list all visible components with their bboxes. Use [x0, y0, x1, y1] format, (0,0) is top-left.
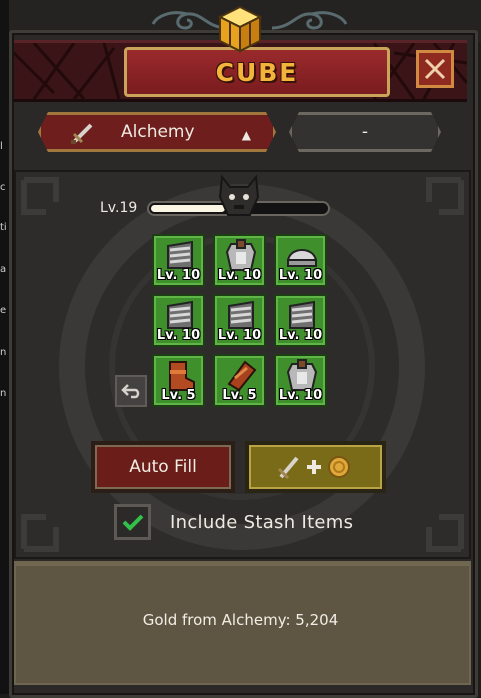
item-slot[interactable]: Lv. 10: [274, 354, 327, 407]
sword-icon: [277, 456, 299, 480]
checkmark-icon: [122, 514, 143, 531]
item-level-label: Lv. 10: [278, 388, 323, 403]
chain-armor-icon: [167, 240, 193, 269]
leather-boots-icon: [169, 361, 195, 391]
sword-icon: [69, 121, 97, 145]
gargoyle-icon: [218, 175, 260, 216]
item-slot[interactable]: Lv. 10: [274, 294, 327, 347]
undo-button[interactable]: [115, 375, 147, 407]
left-strip-char: ti: [0, 222, 7, 233]
item-slot[interactable]: Lv. 5: [213, 354, 266, 407]
left-strip-char: n: [0, 347, 7, 358]
item-level-label: Lv. 10: [278, 268, 323, 283]
left-edge-strip: l c ti a e n n: [0, 0, 9, 694]
cube-level-label: Lv.19: [100, 200, 138, 216]
item-level-label: Lv. 10: [156, 328, 201, 343]
tab-alchemy-label: Alchemy: [121, 122, 195, 142]
close-button[interactable]: [416, 50, 454, 88]
include-stash-checkbox[interactable]: [114, 504, 151, 540]
item-level-label: Lv. 10: [217, 268, 262, 283]
left-strip-char: l: [0, 141, 3, 152]
caret-up-icon: ▲: [241, 128, 251, 142]
gold-coin-icon: [327, 456, 350, 478]
title-plaque: CUBE: [124, 47, 390, 97]
item-slot[interactable]: Lv. 10: [152, 234, 205, 287]
item-level-label: Lv. 10: [156, 268, 201, 283]
level-progress-fill: [151, 205, 225, 212]
tab-secondary[interactable]: -: [289, 112, 441, 152]
alchemy-craft-button[interactable]: [245, 441, 386, 493]
undo-arrow-icon: [121, 384, 140, 399]
cube-emblem-icon: [217, 5, 263, 53]
craft-button-icons: [277, 456, 350, 480]
left-strip-char: e: [0, 305, 7, 316]
item-level-label: Lv. 10: [217, 328, 262, 343]
item-level-label: Lv. 5: [161, 388, 196, 403]
item-level-label: Lv. 5: [222, 388, 257, 403]
tab-secondary-label: -: [361, 122, 369, 142]
window-title: CUBE: [215, 57, 299, 87]
item-level-label: Lv. 10: [278, 328, 323, 343]
chain-armor-icon: [289, 300, 315, 329]
item-slot[interactable]: Lv. 5: [152, 354, 205, 407]
plate-armor-icon: [225, 239, 257, 271]
auto-fill-button[interactable]: Auto Fill: [91, 441, 235, 493]
include-stash-label: Include Stash Items: [170, 512, 354, 533]
item-slot[interactable]: Lv. 10: [213, 294, 266, 347]
helmet-icon: [286, 249, 318, 267]
plus-icon: [306, 460, 321, 474]
item-slot[interactable]: Lv. 10: [213, 234, 266, 287]
chain-armor-icon: [228, 300, 254, 329]
item-slot[interactable]: Lv. 10: [152, 294, 205, 347]
left-strip-char: a: [0, 264, 7, 275]
close-icon: [424, 58, 446, 80]
auto-fill-label: Auto Fill: [129, 457, 197, 477]
plate-armor-icon: [286, 359, 318, 391]
item-slot[interactable]: Lv. 10: [274, 234, 327, 287]
left-strip-char: n: [0, 388, 7, 399]
chain-armor-icon: [167, 300, 193, 329]
leather-bracer-icon: [227, 360, 257, 392]
gold-from-alchemy-label: Gold from Alchemy: 5,204: [142, 611, 339, 629]
tab-alchemy[interactable]: Alchemy ▲: [38, 112, 276, 152]
left-strip-char: c: [0, 182, 6, 193]
